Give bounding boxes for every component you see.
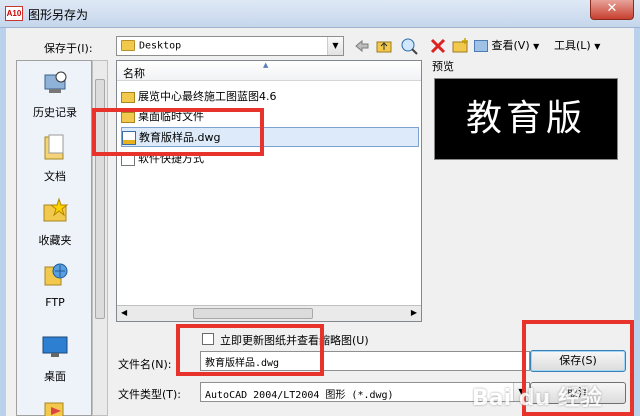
save-in-dropdown[interactable]: Desktop ▼ (116, 36, 344, 56)
desktop-icon (42, 336, 68, 357)
column-header-name[interactable]: ▲ 名称 (117, 61, 421, 81)
file-name: 展览中心最终施工图蓝图4.6 (138, 90, 277, 103)
place-label: 历史记录 (33, 106, 77, 119)
folder-icon (121, 40, 135, 51)
views-icon (474, 40, 488, 52)
highlight-filename (176, 324, 324, 376)
save-in-label: 保存于(I): (44, 42, 93, 55)
place-documents[interactable]: 文档 (17, 133, 93, 184)
column-header-label: 名称 (123, 67, 145, 80)
title-bar: A10 图形另存为 ✕ (0, 0, 640, 28)
list-item[interactable]: 展览中心最终施工图蓝图4.6 (121, 87, 419, 107)
preview-pane: 教育版 (434, 78, 618, 160)
autocad-app-icon: A10 (5, 6, 23, 21)
back-icon[interactable] (354, 38, 370, 54)
filename-label: 文件名(N): (118, 358, 172, 371)
buzzsaw-icon (44, 402, 64, 416)
delete-icon[interactable] (430, 38, 446, 54)
views-label: 查看(V) (491, 39, 530, 52)
place-label: 收藏夹 (38, 234, 72, 247)
sort-up-icon: ▲ (263, 61, 269, 69)
new-folder-icon[interactable] (452, 37, 470, 55)
ftp-icon (44, 263, 68, 286)
preview-image-text: 教育版 (465, 98, 586, 139)
dialog-body: 保存于(I): Desktop ▼ 查看(V) ▼ 工具(L) ▼ 历史记录 文… (6, 28, 634, 416)
history-icon (44, 71, 67, 93)
baidu-watermark: Bai du 经验 (472, 386, 602, 411)
window-title: 图形另存为 (28, 8, 89, 22)
place-more[interactable] (17, 397, 93, 416)
place-favorites[interactable]: 收藏夹 (17, 197, 93, 248)
filetype-value: AutoCAD 2004/LT2004 图形 (*.dwg) (205, 390, 394, 401)
place-history[interactable]: 历史记录 (17, 69, 93, 120)
close-button[interactable]: ✕ (590, 0, 634, 20)
preview-label: 预览 (432, 60, 454, 73)
places-bar: 历史记录 文档 收藏夹 FTP 桌面 (16, 60, 92, 416)
favorites-icon (43, 197, 69, 222)
search-web-icon[interactable] (400, 37, 418, 55)
chevron-down-icon: ▼ (327, 37, 343, 55)
folder-icon (121, 91, 135, 103)
scrollbar-thumb[interactable] (193, 308, 313, 319)
place-ftp[interactable]: FTP (17, 261, 93, 309)
tools-label: 工具(L) (554, 39, 591, 52)
documents-icon (44, 134, 64, 160)
place-label: FTP (45, 296, 65, 309)
place-label: 桌面 (44, 370, 66, 383)
save-in-value: Desktop (139, 40, 182, 52)
scroll-left-icon[interactable]: ◀ (121, 308, 127, 317)
place-label: 文档 (44, 170, 66, 183)
up-folder-icon[interactable] (376, 38, 392, 54)
tools-menu[interactable]: 工具(L) ▼ (554, 38, 600, 54)
scroll-right-icon[interactable]: ▶ (411, 308, 417, 317)
place-desktop[interactable]: 桌面 (17, 333, 93, 384)
filetype-label: 文件类型(T): (118, 388, 182, 401)
tools-chevron-down-icon: ▼ (594, 42, 601, 51)
file-list-hscrollbar[interactable]: ◀ ▶ (117, 305, 421, 321)
highlight-selected-file (92, 108, 264, 156)
file-list: ▲ 名称 展览中心最终施工图蓝图4.6 桌面临时文件 教育版样品.dwg 软件快… (116, 60, 422, 322)
views-chevron-down-icon: ▼ (533, 42, 540, 51)
views-menu[interactable]: 查看(V) ▼ (474, 38, 539, 54)
